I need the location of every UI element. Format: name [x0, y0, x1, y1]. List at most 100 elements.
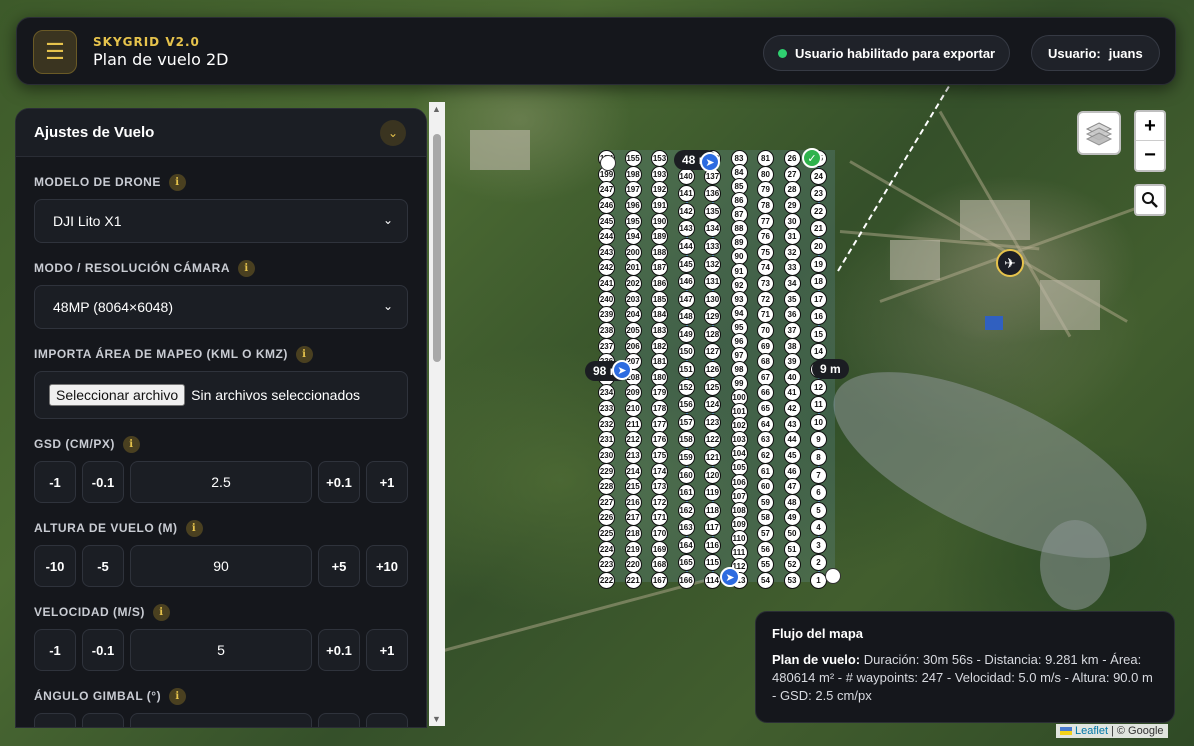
waypoint[interactable]: 30: [783, 212, 801, 230]
waypoint[interactable]: 211: [624, 415, 642, 433]
waypoint[interactable]: 7: [810, 466, 827, 484]
corner-handle[interactable]: [600, 155, 616, 171]
waypoint[interactable]: 230: [598, 446, 615, 464]
waypoint[interactable]: 51: [783, 540, 801, 558]
waypoint[interactable]: 212: [624, 431, 642, 449]
waypoint[interactable]: 155: [624, 150, 642, 167]
waypoint[interactable]: 70: [757, 321, 774, 339]
waypoint[interactable]: 198: [624, 165, 642, 183]
altitude-input[interactable]: 90: [130, 545, 312, 587]
waypoint[interactable]: 32: [783, 243, 801, 261]
zoom-out-button[interactable]: −: [1136, 141, 1164, 170]
waypoint[interactable]: 45: [783, 446, 801, 464]
waypoint[interactable]: 153: [651, 150, 668, 167]
waypoint[interactable]: 175: [651, 446, 668, 464]
plane-icon[interactable]: ✈: [996, 249, 1024, 277]
waypoint[interactable]: 174: [651, 462, 668, 480]
waypoint[interactable]: 80: [757, 165, 774, 183]
waypoint[interactable]: 49: [783, 509, 801, 527]
waypoint[interactable]: 229: [598, 462, 615, 480]
waypoint[interactable]: 188: [651, 243, 668, 261]
waypoint[interactable]: 131: [704, 273, 721, 291]
camera-mode-select[interactable]: 48MP (8064×6048) ⌄: [34, 285, 408, 329]
waypoint[interactable]: 15: [810, 325, 827, 343]
waypoint[interactable]: 160: [677, 466, 695, 484]
waypoint[interactable]: 61: [757, 462, 774, 480]
chevron-down-icon[interactable]: ⌄: [380, 120, 406, 146]
zoom-in-button[interactable]: +: [1136, 112, 1164, 141]
panel-header[interactable]: Ajustes de Vuelo ⌄: [16, 109, 426, 157]
waypoint[interactable]: 144: [677, 237, 695, 255]
waypoint[interactable]: 140: [677, 167, 695, 185]
waypoint[interactable]: 6: [810, 484, 827, 502]
choose-file-button[interactable]: Seleccionar archivo: [49, 384, 186, 406]
waypoint[interactable]: 114: [704, 572, 721, 589]
waypoint[interactable]: 218: [624, 525, 642, 543]
waypoint[interactable]: 52: [783, 556, 801, 574]
waypoint[interactable]: 73: [757, 275, 774, 293]
waypoint[interactable]: 116: [704, 536, 721, 554]
waypoint[interactable]: 59: [757, 493, 774, 511]
waypoint[interactable]: 48: [783, 493, 801, 511]
waypoint[interactable]: 227: [598, 493, 615, 511]
waypoint[interactable]: 245: [598, 212, 615, 230]
waypoint[interactable]: 38: [783, 337, 801, 355]
waypoint[interactable]: 195: [624, 212, 642, 230]
waypoint[interactable]: 164: [677, 536, 695, 554]
waypoint[interactable]: 180: [651, 368, 668, 386]
info-icon[interactable]: i: [169, 687, 187, 705]
waypoint[interactable]: 132: [704, 255, 721, 273]
scroll-up-arrow-icon[interactable]: ▲: [432, 104, 441, 114]
waypoint[interactable]: 165: [677, 554, 695, 572]
waypoint[interactable]: 123: [704, 413, 721, 431]
waypoint[interactable]: 65: [757, 400, 774, 418]
waypoint[interactable]: 163: [677, 519, 695, 537]
waypoint[interactable]: 244: [598, 228, 615, 246]
waypoint[interactable]: 162: [677, 501, 695, 519]
waypoint[interactable]: 118: [704, 501, 721, 519]
gimbal-dec-big-button[interactable]: -10: [34, 713, 76, 727]
waypoint[interactable]: 205: [624, 321, 642, 339]
waypoint[interactable]: 20: [810, 237, 827, 255]
waypoint[interactable]: 76: [757, 228, 774, 246]
waypoint[interactable]: 240: [598, 290, 615, 308]
waypoint[interactable]: 62: [757, 446, 774, 464]
speed-inc-small-button[interactable]: +0.1: [318, 629, 360, 671]
info-icon[interactable]: i: [168, 173, 186, 191]
waypoint[interactable]: 135: [704, 202, 721, 220]
speed-dec-small-button[interactable]: -0.1: [82, 629, 124, 671]
layers-icon[interactable]: [1077, 111, 1121, 155]
waypoint[interactable]: 47: [783, 478, 801, 496]
user-badge[interactable]: Usuario: juans: [1031, 35, 1160, 71]
gsd-dec-small-button[interactable]: -0.1: [82, 461, 124, 503]
waypoint[interactable]: 44: [783, 431, 801, 449]
waypoint[interactable]: 77: [757, 212, 774, 230]
waypoint[interactable]: 146: [677, 273, 695, 291]
waypoint[interactable]: 197: [624, 181, 642, 199]
waypoint[interactable]: 128: [704, 325, 721, 343]
waypoint[interactable]: 158: [677, 431, 695, 449]
waypoint[interactable]: 182: [651, 337, 668, 355]
waypoint[interactable]: 224: [598, 540, 615, 558]
waypoint[interactable]: 130: [704, 290, 721, 308]
waypoint[interactable]: 121: [704, 448, 721, 466]
gimbal-inc-small-button[interactable]: +5: [318, 713, 360, 727]
scroll-down-arrow-icon[interactable]: ▼: [432, 714, 441, 724]
waypoint[interactable]: 5: [810, 501, 827, 519]
flight-direction-marker[interactable]: ➤: [700, 152, 720, 172]
waypoint[interactable]: 57: [757, 525, 774, 543]
waypoint[interactable]: 194: [624, 228, 642, 246]
waypoint[interactable]: 189: [651, 228, 668, 246]
waypoint[interactable]: 75: [757, 243, 774, 261]
altitude-dec-small-button[interactable]: -5: [82, 545, 124, 587]
waypoint[interactable]: 54: [757, 572, 774, 589]
waypoint[interactable]: 183: [651, 321, 668, 339]
waypoint[interactable]: 148: [677, 308, 695, 326]
waypoint[interactable]: 216: [624, 493, 642, 511]
flight-direction-marker[interactable]: ➤: [720, 567, 740, 587]
waypoint[interactable]: 150: [677, 343, 695, 361]
gsd-inc-small-button[interactable]: +0.1: [318, 461, 360, 503]
waypoint[interactable]: 36: [783, 306, 801, 324]
speed-inc-big-button[interactable]: +1: [366, 629, 408, 671]
speed-input[interactable]: 5: [130, 629, 312, 671]
